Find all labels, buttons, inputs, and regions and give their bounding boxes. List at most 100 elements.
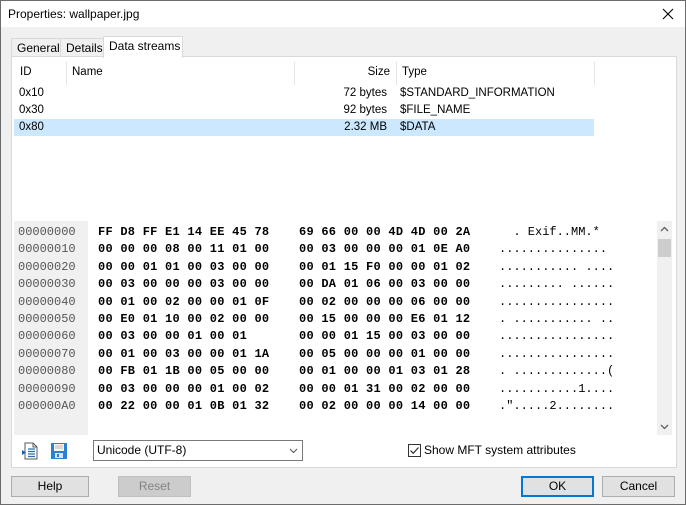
column-header-name[interactable]: Name — [66, 59, 294, 85]
data-streams-panel: ID Name Size Type 0x10 72 bytes $STANDAR… — [11, 56, 677, 468]
hex-address: 00000010 — [18, 242, 76, 257]
encoding-dropdown[interactable]: Unicode (UTF-8) — [93, 440, 303, 461]
hex-ascii-text: . ........... .. — [499, 312, 615, 326]
hex-line[interactable]: 000000A0 00 22 00 00 01 0B 01 32 00 02 00 … — [14, 398, 657, 415]
hex-bytes-first-half: 00 22 00 00 01 0B 01 32 — [98, 399, 270, 413]
chevron-down-icon — [660, 424, 669, 430]
hex-viewer[interactable]: 00000000 FF D8 FF E1 14 EE 45 78 69 66 00 … — [14, 221, 672, 435]
streams-list-header: ID Name Size Type — [14, 59, 595, 85]
hex-address: 00000070 — [18, 346, 76, 361]
hex-bytes-second-half: 00 02 00 00 00 06 00 00 — [299, 294, 471, 309]
save-button[interactable] — [49, 441, 69, 461]
tab-details[interactable]: Details — [60, 38, 104, 57]
hex-ascii-text: .".....2........ — [499, 399, 615, 413]
hex-ascii-text: ...........1.... — [499, 381, 615, 396]
hex-address: 00000020 — [18, 259, 76, 274]
hex-bytes-first-half: 00 FB 01 1B 00 05 00 00 — [98, 364, 270, 379]
hex-line[interactable]: 00000080 00 FB 01 1B 00 05 00 00 00 01 00 … — [14, 363, 657, 380]
hex-ascii-text: ......... ...... — [499, 277, 615, 292]
stream-id: 0x80 — [19, 121, 44, 133]
hex-line[interactable]: 00000000 FF D8 FF E1 14 EE 45 78 69 66 00 … — [14, 224, 657, 241]
hex-address: 00000080 — [18, 364, 76, 379]
encoding-selected-value: Unicode (UTF-8) — [97, 443, 187, 457]
hex-bytes-second-half: 00 15 00 00 00 E6 01 12 — [299, 312, 471, 326]
hex-bytes-second-half: 00 00 01 31 00 02 00 00 — [299, 381, 471, 396]
hex-ascii-text: ................ — [499, 329, 615, 344]
stream-size: 92 bytes — [343, 104, 387, 116]
stream-type: $DATA — [400, 121, 436, 133]
document-export-icon — [22, 442, 38, 460]
column-header-type[interactable]: Type — [396, 59, 594, 85]
hex-line[interactable]: 00000050 00 E0 01 10 00 02 00 00 00 15 00 … — [14, 311, 657, 328]
hex-bytes-first-half: 00 01 00 03 00 00 01 1A — [98, 346, 270, 361]
floppy-disk-icon — [51, 443, 67, 459]
checkmark-icon — [410, 446, 419, 454]
hex-ascii-text: ................ — [499, 294, 615, 309]
hex-address: 00000090 — [18, 381, 76, 396]
hex-bytes-first-half: FF D8 FF E1 14 EE 45 78 — [98, 225, 270, 239]
hex-bytes-second-half: 00 03 00 00 00 01 0E A0 — [299, 242, 471, 257]
show-mft-checkbox[interactable] — [408, 443, 421, 457]
hex-address: 00000000 — [18, 225, 76, 239]
show-mft-attributes-toggle[interactable]: Show MFT system attributes — [408, 442, 576, 458]
hex-address: 00000060 — [18, 329, 76, 344]
hex-toolbar: Unicode (UTF-8) Show MFT system attribut… — [14, 437, 674, 465]
hex-address: 000000A0 — [18, 399, 76, 413]
stream-size: 72 bytes — [343, 87, 387, 99]
tab-general[interactable]: General — [11, 38, 61, 57]
column-header-id[interactable]: ID — [14, 59, 66, 85]
streams-list[interactable]: ID Name Size Type 0x10 72 bytes $STANDAR… — [14, 59, 674, 219]
hex-bytes-second-half: 00 00 01 15 00 03 00 00 — [299, 329, 471, 344]
ok-button[interactable]: OK — [521, 476, 594, 497]
hex-bytes-second-half: 00 01 15 F0 00 00 01 02 — [299, 259, 471, 274]
hex-line[interactable]: 00000070 00 01 00 03 00 00 01 1A 00 05 00 … — [14, 346, 657, 363]
close-icon — [662, 8, 674, 20]
hex-address: 00000050 — [18, 312, 76, 326]
hex-bytes-first-half: 00 03 00 00 00 01 00 02 — [98, 381, 270, 396]
stream-row[interactable]: 0x10 72 bytes $STANDARD_INFORMATION — [14, 85, 594, 102]
hex-scrollbar[interactable] — [657, 221, 672, 435]
close-button[interactable] — [651, 1, 685, 27]
stream-type: $STANDARD_INFORMATION — [400, 87, 555, 99]
hex-bytes-second-half: 00 DA 01 06 00 03 00 00 — [299, 277, 471, 292]
hex-line[interactable]: 00000040 00 01 00 02 00 00 01 0F 00 02 00 … — [14, 294, 657, 311]
hex-address: 00000030 — [18, 277, 76, 292]
hex-line[interactable]: 00000020 00 00 01 01 00 03 00 00 00 01 15 … — [14, 259, 657, 276]
export-text-button[interactable] — [20, 441, 40, 461]
hex-bytes-first-half: 00 00 00 08 00 11 01 00 — [98, 242, 270, 257]
hex-bytes-first-half: 00 01 00 02 00 00 01 0F — [98, 294, 270, 309]
hex-address: 00000040 — [18, 294, 76, 309]
title-bar: Properties: wallpaper.jpg — [1, 1, 685, 27]
window-title: Properties: wallpaper.jpg — [8, 7, 140, 21]
chevron-up-icon — [660, 226, 669, 232]
stream-row-selected[interactable]: 0x80 2.32 MB $DATA — [14, 119, 594, 136]
hex-ascii-text: . .............( — [499, 364, 615, 379]
chevron-down-icon — [289, 441, 298, 467]
hex-line[interactable]: 00000010 00 00 00 08 00 11 01 00 00 03 00 … — [14, 241, 657, 258]
scroll-up-button[interactable] — [657, 221, 672, 237]
column-separator[interactable] — [594, 62, 595, 85]
stream-size: 2.32 MB — [344, 121, 387, 133]
scroll-thumb[interactable] — [658, 239, 671, 257]
stream-type: $FILE_NAME — [400, 104, 471, 116]
hex-ascii-text: ............... — [499, 242, 608, 257]
stream-row[interactable]: 0x30 92 bytes $FILE_NAME — [14, 102, 594, 119]
hex-line[interactable]: 00000030 00 03 00 00 00 03 00 00 00 DA 01 … — [14, 276, 657, 293]
cancel-button[interactable]: Cancel — [602, 476, 675, 497]
tab-data-streams[interactable]: Data streams — [103, 36, 183, 58]
hex-ascii-text: ................ — [499, 346, 615, 361]
hex-bytes-second-half: 00 02 00 00 00 14 00 00 — [299, 399, 471, 413]
stream-id: 0x30 — [19, 104, 44, 116]
hex-bytes-second-half: 69 66 00 00 4D 4D 00 2A — [299, 225, 471, 239]
stream-id: 0x10 — [19, 87, 44, 99]
properties-dialog: Properties: wallpaper.jpg General Detail… — [0, 0, 686, 505]
hex-ascii-text: ........... .... — [499, 259, 615, 274]
column-header-size[interactable]: Size — [294, 59, 396, 85]
reset-button[interactable]: Reset — [118, 476, 191, 497]
hex-bytes-first-half: 00 00 01 01 00 03 00 00 — [98, 259, 270, 274]
help-button[interactable]: Help — [11, 476, 89, 497]
scroll-down-button[interactable] — [657, 419, 672, 435]
hex-line[interactable]: 00000060 00 03 00 00 01 00 01 00 00 01 15 … — [14, 328, 657, 345]
hex-bytes-second-half: 00 01 00 00 01 03 01 28 — [299, 364, 471, 379]
hex-line[interactable]: 00000090 00 03 00 00 00 01 00 02 00 00 01 … — [14, 381, 657, 398]
